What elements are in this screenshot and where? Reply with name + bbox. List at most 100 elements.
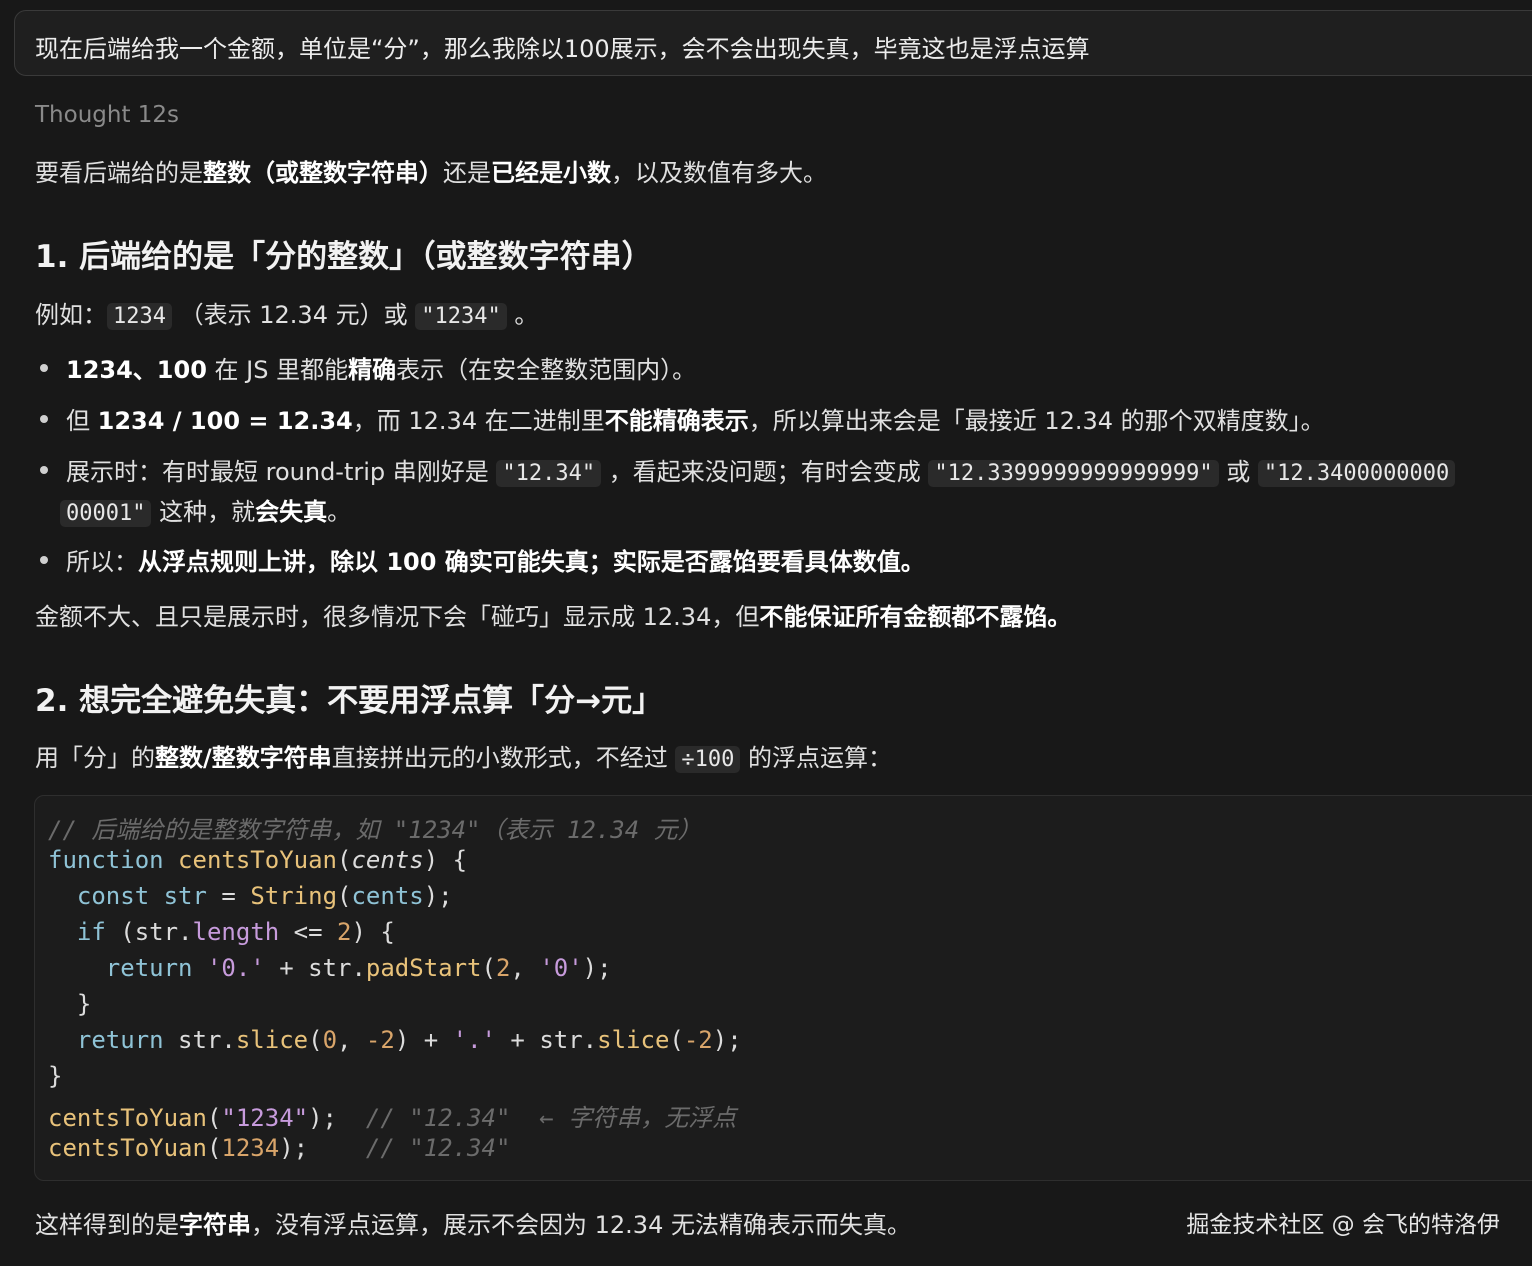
- summary-text-1: 金额不大、且只是展示时，很多情况下会「碰巧」显示成 12.34，但: [35, 603, 760, 631]
- section-1-summary: 金额不大、且只是展示时，很多情况下会「碰巧」显示成 12.34，但不能保证所有金…: [35, 597, 1071, 632]
- section-1-example: 例如： 1234 （表示 12.34 元）或 "1234" 。: [35, 295, 538, 330]
- code-punct: + str.: [264, 954, 366, 982]
- code-punct: (: [337, 846, 352, 874]
- code-line-9: centsToYuan("1234"); // "12.34" ← 字符串，无浮…: [48, 1098, 736, 1133]
- code-line-2: function centsToYuan(cents) {: [48, 846, 467, 874]
- code-punct: (: [206, 1104, 222, 1132]
- bullet-item-1: 1234、100 在 JS 里都能精确表示（在安全整数范围内）。: [66, 350, 696, 385]
- s2-intro-text-1: 用「分」的: [35, 744, 155, 772]
- code-variable: cents: [351, 882, 424, 910]
- example-text-2: （表示 12.34 元）或: [179, 301, 408, 329]
- code-line-4: if (str.length <= 2) {: [48, 918, 395, 946]
- summary-bold-1: 不能保证所有金额都不露馅。: [759, 603, 1072, 631]
- inline-code: ÷100: [675, 746, 741, 773]
- conclusion-bold-1: 字符串: [179, 1211, 251, 1239]
- code-punct: (: [337, 882, 352, 910]
- bullet-dot: [40, 364, 48, 372]
- code-line-10: centsToYuan(1234); // "12.34": [48, 1134, 510, 1162]
- bullet-2-text-1: 但: [66, 407, 98, 435]
- intro-bold-1: 整数（或整数字符串）: [203, 159, 443, 187]
- code-number: 0: [322, 1026, 338, 1054]
- code-number: 2: [337, 918, 352, 946]
- code-punct: );: [712, 1026, 742, 1054]
- bullet-2-text-2: ，而 12.34 在二进制里: [352, 407, 605, 435]
- intro-bold-2: 已经是小数: [491, 159, 611, 187]
- code-function-name: centsToYuan: [48, 1104, 207, 1132]
- code-function-name: String: [250, 882, 338, 910]
- bullet-4-bold-1: 从浮点规则上讲，除以 100 确实可能失真；实际是否露馅要看具体数值。: [138, 548, 925, 576]
- code-property: length: [192, 918, 280, 946]
- bullet-2-bold-1: 1234 / 100 = 12.34: [97, 407, 353, 435]
- code-function-name: slice: [235, 1026, 309, 1054]
- bullet-item-3-line-1: 展示时：有时最短 round-trip 串刚好是 "12.34" ，看起来没问题…: [66, 452, 1456, 487]
- bullet-3-text-4: 这种，就: [159, 498, 256, 526]
- section-2-heading: 2. 想完全避免失真：不要用浮点算「分→元」: [35, 683, 664, 719]
- code-string: '.': [452, 1026, 496, 1054]
- bullet-4-text-1: 所以：: [66, 548, 138, 576]
- code-keyword: const: [76, 882, 150, 910]
- inline-code: "12.34": [496, 460, 602, 487]
- bullet-3-text-5: 。: [327, 498, 352, 526]
- code-comment: // 后端给的是整数字符串，如 "1234"（表示 12.34 元）: [48, 816, 702, 844]
- inline-code: "12.3399999999999999": [928, 460, 1219, 487]
- bullet-1-bold-1: 1234、100: [66, 356, 207, 384]
- bullet-2-text-3: ，所以算出来会是「最接近 12.34 的那个双精度数」。: [748, 407, 1325, 435]
- code-punct: ,: [337, 1026, 366, 1054]
- code-punct: ) {: [423, 846, 468, 874]
- bullet-dot: [40, 466, 48, 474]
- section-1-heading: 1. 后端给的是「分的整数」（或整数字符串）: [35, 239, 653, 275]
- code-punct: );: [279, 1134, 366, 1162]
- code-comment: // "12.34" ← 字符串，无浮点: [365, 1104, 737, 1132]
- bullet-1-text-1: 在 JS 里都能: [206, 356, 349, 384]
- thought-duration-label[interactable]: Thought 12s: [35, 102, 179, 128]
- code-param: cents: [351, 846, 424, 874]
- code-punct: + str.: [495, 1026, 598, 1054]
- code-function-name: padStart: [365, 954, 482, 982]
- bullet-item-4: 所以：从浮点规则上讲，除以 100 确实可能失真；实际是否露馅要看具体数值。: [66, 542, 925, 577]
- inline-code: 00001": [60, 500, 152, 527]
- code-punct: <=: [279, 918, 338, 946]
- code-line-8: }: [48, 1062, 62, 1090]
- s2-intro-bold-1: 整数/整数字符串: [155, 744, 332, 772]
- code-punct: );: [308, 1104, 366, 1132]
- code-punct: (: [481, 954, 496, 982]
- bullet-item-3-line-2: 00001" 这种，就会失真。: [60, 492, 352, 527]
- conclusion-text-1: 这样得到的是: [35, 1211, 179, 1239]
- bullet-1-bold-2: 精确: [348, 356, 397, 384]
- code-keyword: if: [76, 918, 106, 946]
- example-text-1: 例如：: [35, 301, 107, 329]
- code-string: '0': [539, 954, 583, 982]
- code-variable: str: [163, 882, 207, 910]
- code-line-5: return '0.' + str.padStart(2, '0');: [48, 954, 612, 982]
- code-line-6: }: [48, 990, 91, 1018]
- s2-intro-text-3: 的浮点运算：: [748, 744, 893, 772]
- conclusion-text-2: ，没有浮点运算，展示不会因为 12.34 无法精确表示而失真。: [251, 1211, 911, 1239]
- code-punct: );: [423, 882, 453, 910]
- bullet-2-bold-2: 不能精确表示: [604, 407, 749, 435]
- example-text-3: 。: [514, 301, 539, 329]
- intro-text-3: ，以及数值有多大。: [611, 159, 827, 187]
- bullet-3-text-1: 展示时：有时最短 round-trip 串刚好是: [66, 458, 489, 486]
- code-keyword: return: [76, 1026, 164, 1054]
- code-punct: ) {: [351, 918, 395, 946]
- code-number: -2: [683, 1026, 713, 1054]
- code-punct: str.: [163, 1026, 236, 1054]
- code-punct: ) +: [394, 1026, 453, 1054]
- code-number: -2: [365, 1026, 395, 1054]
- code-function-name: centsToYuan: [48, 1134, 207, 1162]
- code-punct: );: [582, 954, 612, 982]
- watermark: 掘金技术社区 @ 会飞的特洛伊: [1186, 1212, 1500, 1238]
- code-punct: (: [308, 1026, 323, 1054]
- intro-paragraph: 要看后端给的是整数（或整数字符串）还是已经是小数，以及数值有多大。: [35, 153, 827, 188]
- code-punct: (str.: [105, 918, 193, 946]
- code-line-3: const str = String(cents);: [48, 882, 453, 910]
- code-punct: }: [48, 1062, 63, 1090]
- s2-intro-text-2: 直接拼出元的小数形式，不经过: [331, 744, 668, 772]
- code-punct: (: [206, 1134, 222, 1162]
- code-punct: (: [669, 1026, 684, 1054]
- bullet-3-text-2: ，看起来没问题；有时会变成: [608, 458, 921, 486]
- intro-text-1: 要看后端给的是: [35, 159, 203, 187]
- section-2-intro: 用「分」的整数/整数字符串直接拼出元的小数形式，不经过 ÷100 的浮点运算：: [35, 738, 892, 773]
- bullet-1-text-2: 表示（在安全整数范围内）。: [396, 356, 697, 384]
- bullet-3-text-3: 或: [1226, 458, 1251, 486]
